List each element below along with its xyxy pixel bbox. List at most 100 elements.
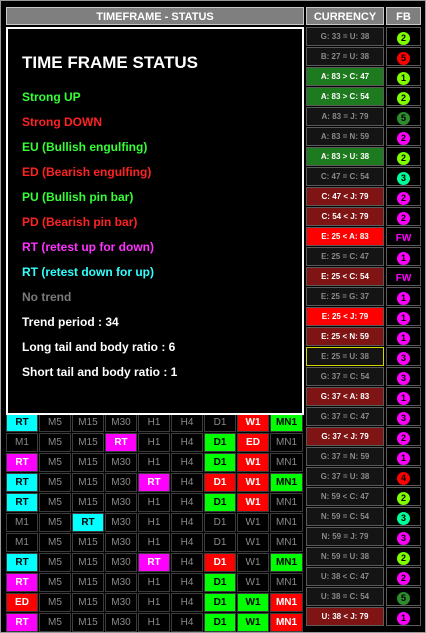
timeframe-cell[interactable]: W1 bbox=[237, 413, 269, 432]
timeframe-cell[interactable]: W1 bbox=[237, 533, 269, 552]
currency-pair-cell[interactable]: N: 59 = J: 79 bbox=[306, 527, 384, 546]
currency-pair-cell[interactable]: N: 59 = U: 38 bbox=[306, 547, 384, 566]
timeframe-cell[interactable]: M15 bbox=[72, 493, 104, 512]
timeframe-cell[interactable]: M5 bbox=[39, 553, 71, 572]
timeframe-cell[interactable]: H4 bbox=[171, 433, 203, 452]
timeframe-cell[interactable]: M5 bbox=[39, 533, 71, 552]
timeframe-cell[interactable]: D1 bbox=[204, 593, 236, 612]
timeframe-cell[interactable]: H1 bbox=[138, 613, 170, 632]
timeframe-cell[interactable]: W1 bbox=[237, 553, 269, 572]
timeframe-cell[interactable]: MN1 bbox=[270, 573, 303, 592]
timeframe-cell[interactable]: M30 bbox=[105, 553, 137, 572]
timeframe-cell[interactable]: D1 bbox=[204, 553, 236, 572]
timeframe-cell[interactable]: M30 bbox=[105, 473, 137, 492]
timeframe-cell[interactable]: RT bbox=[6, 493, 38, 512]
currency-pair-cell[interactable]: C: 47 = C: 54 bbox=[306, 167, 384, 186]
currency-pair-cell[interactable]: N: 59 = C: 54 bbox=[306, 507, 384, 526]
timeframe-cell[interactable]: W1 bbox=[237, 573, 269, 592]
currency-pair-cell[interactable]: E: 25 = U: 38 bbox=[306, 347, 384, 366]
currency-pair-cell[interactable]: G: 37 = N: 59 bbox=[306, 447, 384, 466]
currency-pair-cell[interactable]: E: 25 < J: 79 bbox=[306, 307, 384, 326]
timeframe-cell[interactable]: M15 bbox=[72, 593, 104, 612]
currency-pair-cell[interactable]: U: 38 < C: 47 bbox=[306, 567, 384, 586]
timeframe-cell[interactable]: M30 bbox=[105, 413, 137, 432]
timeframe-cell[interactable]: H4 bbox=[171, 453, 203, 472]
timeframe-cell[interactable]: H1 bbox=[138, 573, 170, 592]
timeframe-cell[interactable]: M15 bbox=[72, 573, 104, 592]
timeframe-cell[interactable]: W1 bbox=[237, 593, 269, 612]
timeframe-cell[interactable]: RT bbox=[6, 573, 38, 592]
currency-pair-cell[interactable]: G: 37 = U: 38 bbox=[306, 467, 384, 486]
timeframe-cell[interactable]: H1 bbox=[138, 433, 170, 452]
currency-pair-cell[interactable]: C: 47 < J: 79 bbox=[306, 187, 384, 206]
timeframe-cell[interactable]: RT bbox=[6, 553, 38, 572]
timeframe-cell[interactable]: H4 bbox=[171, 573, 203, 592]
currency-pair-cell[interactable]: A: 83 > C: 47 bbox=[306, 67, 384, 86]
currency-pair-cell[interactable]: C: 54 < J: 79 bbox=[306, 207, 384, 226]
timeframe-cell[interactable]: H4 bbox=[171, 413, 203, 432]
timeframe-cell[interactable]: M5 bbox=[39, 453, 71, 472]
timeframe-cell[interactable]: D1 bbox=[204, 533, 236, 552]
timeframe-cell[interactable]: M15 bbox=[72, 533, 104, 552]
timeframe-cell[interactable]: MN1 bbox=[270, 413, 303, 432]
timeframe-cell[interactable]: D1 bbox=[204, 493, 236, 512]
timeframe-cell[interactable]: D1 bbox=[204, 433, 236, 452]
timeframe-cell[interactable]: MN1 bbox=[270, 493, 303, 512]
timeframe-cell[interactable]: RT bbox=[6, 453, 38, 472]
timeframe-cell[interactable]: RT bbox=[6, 413, 38, 432]
currency-pair-cell[interactable]: G: 37 < A: 83 bbox=[306, 387, 384, 406]
timeframe-cell[interactable]: M15 bbox=[72, 613, 104, 632]
timeframe-cell[interactable]: ED bbox=[237, 433, 269, 452]
timeframe-cell[interactable]: MN1 bbox=[270, 433, 303, 452]
timeframe-cell[interactable]: M5 bbox=[39, 433, 71, 452]
timeframe-cell[interactable]: W1 bbox=[237, 513, 269, 532]
currency-pair-cell[interactable]: A: 83 = J: 79 bbox=[306, 107, 384, 126]
timeframe-cell[interactable]: W1 bbox=[237, 613, 269, 632]
currency-pair-cell[interactable]: E: 25 < A: 83 bbox=[306, 227, 384, 246]
currency-pair-cell[interactable]: G: 37 = C: 54 bbox=[306, 367, 384, 386]
currency-pair-cell[interactable]: A: 83 > C: 54 bbox=[306, 87, 384, 106]
timeframe-cell[interactable]: M5 bbox=[39, 513, 71, 532]
timeframe-cell[interactable]: M5 bbox=[39, 413, 71, 432]
timeframe-cell[interactable]: M15 bbox=[72, 553, 104, 572]
timeframe-cell[interactable]: M30 bbox=[105, 513, 137, 532]
timeframe-cell[interactable]: MN1 bbox=[270, 513, 303, 532]
timeframe-cell[interactable]: MN1 bbox=[270, 553, 303, 572]
timeframe-cell[interactable]: MN1 bbox=[270, 533, 303, 552]
timeframe-cell[interactable]: RT bbox=[6, 473, 38, 492]
timeframe-cell[interactable]: M30 bbox=[105, 453, 137, 472]
currency-pair-cell[interactable]: E: 25 = C: 47 bbox=[306, 247, 384, 266]
timeframe-cell[interactable]: M5 bbox=[39, 473, 71, 492]
timeframe-cell[interactable]: W1 bbox=[237, 453, 269, 472]
timeframe-cell[interactable]: M1 bbox=[6, 433, 38, 452]
timeframe-cell[interactable]: M5 bbox=[39, 593, 71, 612]
timeframe-cell[interactable]: D1 bbox=[204, 573, 236, 592]
timeframe-cell[interactable]: D1 bbox=[204, 613, 236, 632]
timeframe-cell[interactable]: D1 bbox=[204, 453, 236, 472]
currency-pair-cell[interactable]: U: 38 = C: 54 bbox=[306, 587, 384, 606]
timeframe-cell[interactable]: RT bbox=[138, 473, 170, 492]
currency-pair-cell[interactable]: B: 27 = U: 38 bbox=[306, 47, 384, 66]
timeframe-cell[interactable]: ED bbox=[6, 593, 38, 612]
timeframe-cell[interactable]: RT bbox=[105, 433, 137, 452]
timeframe-cell[interactable]: M30 bbox=[105, 493, 137, 512]
timeframe-cell[interactable]: H4 bbox=[171, 593, 203, 612]
timeframe-cell[interactable]: M5 bbox=[39, 573, 71, 592]
timeframe-cell[interactable]: M30 bbox=[105, 593, 137, 612]
currency-pair-cell[interactable]: U: 38 < J: 79 bbox=[306, 607, 384, 626]
timeframe-cell[interactable]: H1 bbox=[138, 413, 170, 432]
timeframe-cell[interactable]: M30 bbox=[105, 533, 137, 552]
timeframe-cell[interactable]: H1 bbox=[138, 513, 170, 532]
timeframe-cell[interactable]: M15 bbox=[72, 453, 104, 472]
timeframe-cell[interactable]: M15 bbox=[72, 433, 104, 452]
timeframe-cell[interactable]: H4 bbox=[171, 553, 203, 572]
timeframe-cell[interactable]: MN1 bbox=[270, 613, 303, 632]
currency-pair-cell[interactable]: G: 33 = U: 38 bbox=[306, 27, 384, 46]
timeframe-cell[interactable]: H4 bbox=[171, 513, 203, 532]
timeframe-cell[interactable]: H4 bbox=[171, 473, 203, 492]
timeframe-cell[interactable]: MN1 bbox=[270, 453, 303, 472]
timeframe-cell[interactable]: M30 bbox=[105, 613, 137, 632]
currency-pair-cell[interactable]: A: 83 > U: 38 bbox=[306, 147, 384, 166]
timeframe-cell[interactable]: RT bbox=[138, 553, 170, 572]
timeframe-cell[interactable]: RT bbox=[6, 613, 38, 632]
